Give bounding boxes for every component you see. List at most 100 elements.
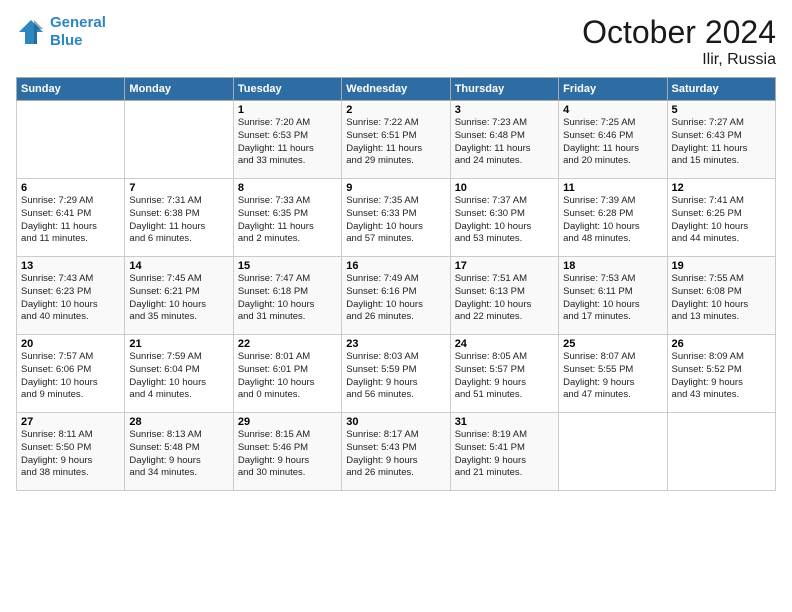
day-number: 11	[563, 182, 662, 194]
logo: General Blue	[16, 14, 106, 50]
day-cell: 3Sunrise: 7:23 AMSunset: 6:48 PMDaylight…	[450, 101, 558, 179]
day-cell: 23Sunrise: 8:03 AMSunset: 5:59 PMDayligh…	[342, 335, 450, 413]
day-info: Sunrise: 7:47 AMSunset: 6:18 PMDaylight:…	[238, 273, 337, 324]
day-number: 14	[129, 260, 228, 272]
day-cell: 26Sunrise: 8:09 AMSunset: 5:52 PMDayligh…	[667, 335, 775, 413]
day-info: Sunrise: 8:19 AMSunset: 5:41 PMDaylight:…	[455, 429, 554, 480]
day-info: Sunrise: 7:22 AMSunset: 6:51 PMDaylight:…	[346, 117, 445, 168]
day-cell: 27Sunrise: 8:11 AMSunset: 5:50 PMDayligh…	[17, 413, 125, 491]
col-header-friday: Friday	[559, 78, 667, 101]
page: General Blue October 2024 Ilir, Russia S…	[0, 0, 792, 612]
day-info: Sunrise: 8:03 AMSunset: 5:59 PMDaylight:…	[346, 351, 445, 402]
day-cell: 24Sunrise: 8:05 AMSunset: 5:57 PMDayligh…	[450, 335, 558, 413]
day-cell: 12Sunrise: 7:41 AMSunset: 6:25 PMDayligh…	[667, 179, 775, 257]
day-info: Sunrise: 8:17 AMSunset: 5:43 PMDaylight:…	[346, 429, 445, 480]
day-number: 31	[455, 416, 554, 428]
day-number: 27	[21, 416, 120, 428]
day-info: Sunrise: 8:05 AMSunset: 5:57 PMDaylight:…	[455, 351, 554, 402]
logo-icon	[16, 17, 46, 47]
location-title: Ilir, Russia	[582, 51, 776, 69]
day-cell	[17, 101, 125, 179]
day-number: 19	[672, 260, 771, 272]
calendar-table: SundayMondayTuesdayWednesdayThursdayFrid…	[16, 77, 776, 491]
day-number: 28	[129, 416, 228, 428]
day-number: 21	[129, 338, 228, 350]
title-block: October 2024 Ilir, Russia	[582, 14, 776, 69]
day-cell: 15Sunrise: 7:47 AMSunset: 6:18 PMDayligh…	[233, 257, 341, 335]
day-number: 17	[455, 260, 554, 272]
day-cell: 17Sunrise: 7:51 AMSunset: 6:13 PMDayligh…	[450, 257, 558, 335]
day-cell: 29Sunrise: 8:15 AMSunset: 5:46 PMDayligh…	[233, 413, 341, 491]
day-cell: 9Sunrise: 7:35 AMSunset: 6:33 PMDaylight…	[342, 179, 450, 257]
day-info: Sunrise: 7:25 AMSunset: 6:46 PMDaylight:…	[563, 117, 662, 168]
day-cell	[559, 413, 667, 491]
header-row: SundayMondayTuesdayWednesdayThursdayFrid…	[17, 78, 776, 101]
day-cell: 20Sunrise: 7:57 AMSunset: 6:06 PMDayligh…	[17, 335, 125, 413]
day-cell	[125, 101, 233, 179]
day-number: 12	[672, 182, 771, 194]
col-header-thursday: Thursday	[450, 78, 558, 101]
day-number: 26	[672, 338, 771, 350]
day-number: 10	[455, 182, 554, 194]
day-info: Sunrise: 7:29 AMSunset: 6:41 PMDaylight:…	[21, 195, 120, 246]
day-number: 7	[129, 182, 228, 194]
day-cell: 14Sunrise: 7:45 AMSunset: 6:21 PMDayligh…	[125, 257, 233, 335]
day-info: Sunrise: 7:53 AMSunset: 6:11 PMDaylight:…	[563, 273, 662, 324]
day-info: Sunrise: 8:11 AMSunset: 5:50 PMDaylight:…	[21, 429, 120, 480]
day-info: Sunrise: 7:33 AMSunset: 6:35 PMDaylight:…	[238, 195, 337, 246]
day-info: Sunrise: 8:15 AMSunset: 5:46 PMDaylight:…	[238, 429, 337, 480]
day-cell: 18Sunrise: 7:53 AMSunset: 6:11 PMDayligh…	[559, 257, 667, 335]
day-cell: 8Sunrise: 7:33 AMSunset: 6:35 PMDaylight…	[233, 179, 341, 257]
day-cell: 6Sunrise: 7:29 AMSunset: 6:41 PMDaylight…	[17, 179, 125, 257]
day-number: 13	[21, 260, 120, 272]
day-info: Sunrise: 8:13 AMSunset: 5:48 PMDaylight:…	[129, 429, 228, 480]
day-info: Sunrise: 7:37 AMSunset: 6:30 PMDaylight:…	[455, 195, 554, 246]
day-cell: 28Sunrise: 8:13 AMSunset: 5:48 PMDayligh…	[125, 413, 233, 491]
day-cell: 10Sunrise: 7:37 AMSunset: 6:30 PMDayligh…	[450, 179, 558, 257]
day-number: 5	[672, 104, 771, 116]
day-cell: 19Sunrise: 7:55 AMSunset: 6:08 PMDayligh…	[667, 257, 775, 335]
day-info: Sunrise: 7:31 AMSunset: 6:38 PMDaylight:…	[129, 195, 228, 246]
col-header-sunday: Sunday	[17, 78, 125, 101]
day-cell: 5Sunrise: 7:27 AMSunset: 6:43 PMDaylight…	[667, 101, 775, 179]
day-cell: 30Sunrise: 8:17 AMSunset: 5:43 PMDayligh…	[342, 413, 450, 491]
day-info: Sunrise: 7:49 AMSunset: 6:16 PMDaylight:…	[346, 273, 445, 324]
day-number: 16	[346, 260, 445, 272]
day-cell	[667, 413, 775, 491]
day-number: 1	[238, 104, 337, 116]
logo-text: General Blue	[50, 14, 106, 50]
week-row-3: 13Sunrise: 7:43 AMSunset: 6:23 PMDayligh…	[17, 257, 776, 335]
day-number: 24	[455, 338, 554, 350]
day-info: Sunrise: 7:51 AMSunset: 6:13 PMDaylight:…	[455, 273, 554, 324]
day-info: Sunrise: 7:27 AMSunset: 6:43 PMDaylight:…	[672, 117, 771, 168]
day-info: Sunrise: 7:57 AMSunset: 6:06 PMDaylight:…	[21, 351, 120, 402]
day-info: Sunrise: 7:43 AMSunset: 6:23 PMDaylight:…	[21, 273, 120, 324]
day-info: Sunrise: 8:09 AMSunset: 5:52 PMDaylight:…	[672, 351, 771, 402]
week-row-1: 1Sunrise: 7:20 AMSunset: 6:53 PMDaylight…	[17, 101, 776, 179]
day-number: 18	[563, 260, 662, 272]
day-number: 20	[21, 338, 120, 350]
week-row-5: 27Sunrise: 8:11 AMSunset: 5:50 PMDayligh…	[17, 413, 776, 491]
day-number: 22	[238, 338, 337, 350]
day-number: 30	[346, 416, 445, 428]
day-number: 6	[21, 182, 120, 194]
day-info: Sunrise: 7:45 AMSunset: 6:21 PMDaylight:…	[129, 273, 228, 324]
day-cell: 1Sunrise: 7:20 AMSunset: 6:53 PMDaylight…	[233, 101, 341, 179]
day-info: Sunrise: 8:01 AMSunset: 6:01 PMDaylight:…	[238, 351, 337, 402]
week-row-4: 20Sunrise: 7:57 AMSunset: 6:06 PMDayligh…	[17, 335, 776, 413]
day-cell: 2Sunrise: 7:22 AMSunset: 6:51 PMDaylight…	[342, 101, 450, 179]
col-header-tuesday: Tuesday	[233, 78, 341, 101]
day-info: Sunrise: 7:59 AMSunset: 6:04 PMDaylight:…	[129, 351, 228, 402]
day-cell: 7Sunrise: 7:31 AMSunset: 6:38 PMDaylight…	[125, 179, 233, 257]
day-number: 9	[346, 182, 445, 194]
day-cell: 31Sunrise: 8:19 AMSunset: 5:41 PMDayligh…	[450, 413, 558, 491]
col-header-monday: Monday	[125, 78, 233, 101]
day-info: Sunrise: 7:39 AMSunset: 6:28 PMDaylight:…	[563, 195, 662, 246]
day-number: 2	[346, 104, 445, 116]
day-cell: 11Sunrise: 7:39 AMSunset: 6:28 PMDayligh…	[559, 179, 667, 257]
day-info: Sunrise: 7:41 AMSunset: 6:25 PMDaylight:…	[672, 195, 771, 246]
week-row-2: 6Sunrise: 7:29 AMSunset: 6:41 PMDaylight…	[17, 179, 776, 257]
day-cell: 25Sunrise: 8:07 AMSunset: 5:55 PMDayligh…	[559, 335, 667, 413]
col-header-saturday: Saturday	[667, 78, 775, 101]
day-number: 25	[563, 338, 662, 350]
